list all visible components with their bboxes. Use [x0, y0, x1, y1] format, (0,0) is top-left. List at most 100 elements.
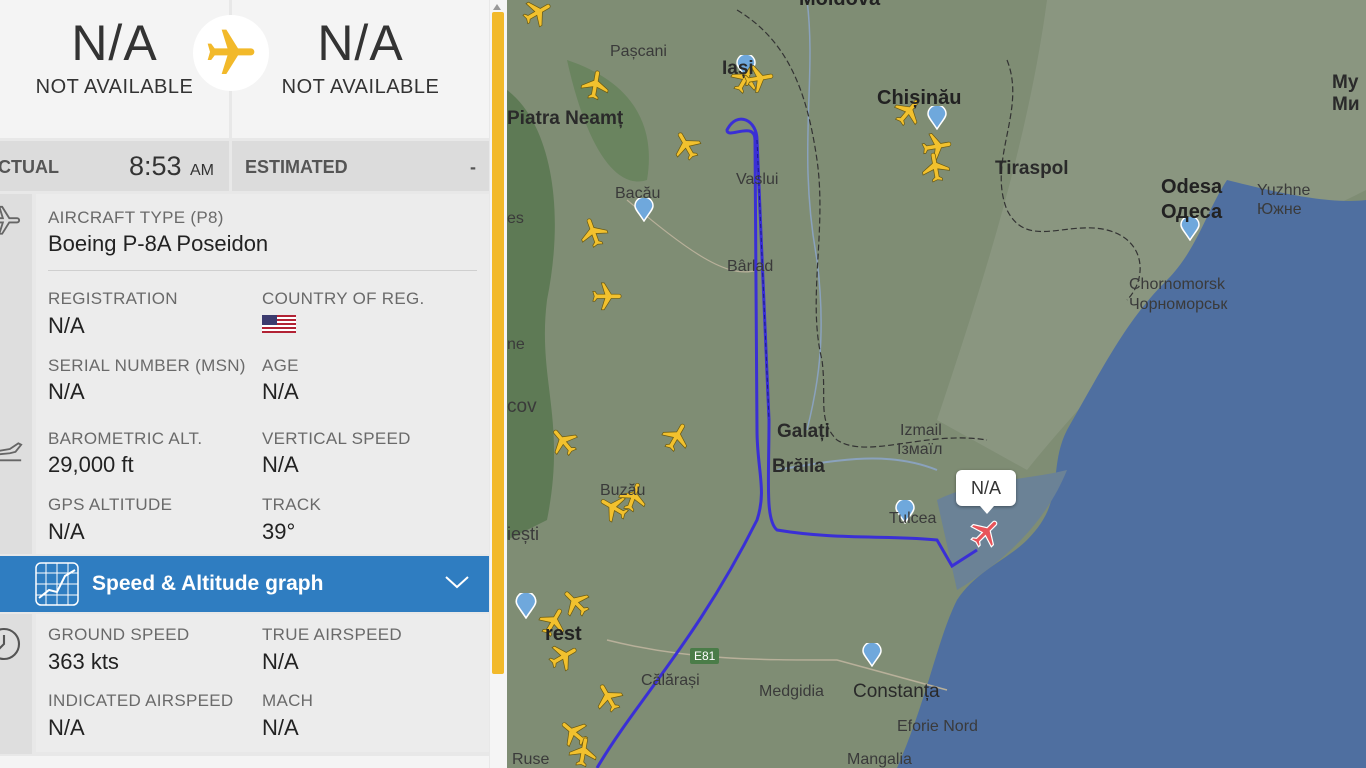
- map-label-birlad: Bârlad: [727, 258, 774, 275]
- map-label-iesti: iești: [507, 524, 540, 544]
- clock-icon: [0, 627, 21, 661]
- map-label-izmail: Izmail: [900, 422, 942, 439]
- actual-time: 8:53: [129, 151, 182, 181]
- actual-ampm: AM: [190, 162, 214, 179]
- flight-details-panel: N/A NOT AVAILABLE N/A NOT AVAILABLE CTUA…: [0, 0, 490, 768]
- speed-altitude-graph-toggle[interactable]: Speed & Altitude graph: [0, 556, 489, 612]
- map-label-moldova: Moldova: [799, 0, 880, 11]
- aircraft-icon: [0, 205, 21, 235]
- country-label: COUNTRY OF REG.: [262, 289, 425, 308]
- destination-name: NOT AVAILABLE: [281, 76, 440, 98]
- selected-aircraft-callout[interactable]: N/A: [956, 470, 1016, 514]
- map-view[interactable]: Moldova Pașcani Iași Piatra Neamț Chișin…: [507, 0, 1366, 768]
- destination-code: N/A: [317, 15, 404, 71]
- speed-icon-column: [0, 614, 32, 754]
- map-label-bucharest: rest: [545, 623, 582, 645]
- map-label-my-cyr: Ми: [1332, 94, 1360, 115]
- map-label-constanta: Constanța: [853, 681, 940, 702]
- map-label-ruse: Ruse: [512, 751, 550, 768]
- baro-alt-label: BAROMETRIC ALT.: [48, 429, 203, 448]
- origin-box[interactable]: N/A NOT AVAILABLE: [0, 0, 229, 138]
- map-label-izmail-cyr: Ізмаїл: [897, 441, 943, 458]
- traffic-aircraft-icon[interactable]: [567, 735, 601, 768]
- map-label-iasi: Iași: [722, 58, 754, 79]
- mach-value: N/A: [262, 715, 299, 740]
- chevron-down-icon: [445, 576, 469, 589]
- traffic-aircraft-icon[interactable]: [579, 68, 613, 102]
- map-label-eforie-nord: Eforie Nord: [897, 718, 978, 735]
- track-label: TRACK: [262, 495, 322, 514]
- map-label-yuzhne: Yuzhne: [1257, 182, 1311, 199]
- registration-value: N/A: [48, 313, 85, 338]
- map-label-tulcea: Tulcea: [889, 510, 937, 527]
- map-label-vaslui: Vaslui: [736, 171, 779, 188]
- map-label-odesa: Odesa: [1161, 176, 1223, 198]
- speed-info-block: GROUND SPEED 363 kts TRUE AIRSPEED N/A I…: [36, 614, 489, 752]
- scroll-up-arrow-icon[interactable]: [493, 4, 501, 10]
- map-label-piatra-neamt: Piatra Neamț: [507, 108, 624, 129]
- traffic-aircraft-icon[interactable]: [919, 150, 953, 184]
- map-label-galati: Galați: [777, 421, 830, 442]
- map-label-mangalia: Mangalia: [847, 751, 912, 768]
- indicated-airspeed-value: N/A: [48, 715, 85, 740]
- altitude-icon: [0, 442, 23, 462]
- ground-speed-value: 363 kts: [48, 649, 119, 674]
- map-label-chornomorsk: Chornomorsk: [1129, 276, 1226, 293]
- true-airspeed-value: N/A: [262, 649, 299, 674]
- map-label-e81: E81: [690, 648, 720, 664]
- map-label-calarasi: Călărași: [641, 672, 700, 689]
- baro-alt-value: 29,000 ft: [48, 452, 134, 477]
- map-label-odesa-cyr: Одеса: [1161, 201, 1223, 223]
- mach-label: MACH: [262, 691, 314, 710]
- true-airspeed-label: TRUE AIRSPEED: [262, 625, 402, 644]
- map-label-medgidia: Medgidia: [759, 683, 824, 700]
- map-label-tiraspol: Tiraspol: [995, 158, 1069, 179]
- serial-label: SERIAL NUMBER (MSN): [48, 356, 246, 375]
- map-label-chisinau: Chișinău: [877, 87, 962, 109]
- actual-time-row: CTUAL 8:53 AM: [0, 141, 229, 191]
- track-value: 39°: [262, 519, 296, 544]
- age-value: N/A: [262, 379, 299, 404]
- divider: [48, 270, 477, 271]
- aircraft-type-value: Boeing P-8A Poseidon: [48, 231, 269, 256]
- map-label-buzau: Buzău: [600, 482, 646, 499]
- map-label-fragment-ne: ne: [507, 336, 525, 353]
- age-label: AGE: [262, 356, 299, 375]
- traffic-aircraft-icon[interactable]: [521, 0, 555, 30]
- us-flag-icon: [262, 315, 296, 333]
- traffic-aircraft-icon[interactable]: [670, 128, 704, 162]
- airport-icon[interactable]: [862, 643, 882, 667]
- destination-box[interactable]: N/A NOT AVAILABLE: [232, 0, 489, 138]
- aircraft-info-block: AIRCRAFT TYPE (P8) Boeing P-8A Poseidon …: [36, 194, 489, 554]
- ground-speed-label: GROUND SPEED: [48, 625, 190, 644]
- vertical-speed-value: N/A: [262, 452, 299, 477]
- traffic-aircraft-icon[interactable]: [660, 420, 694, 454]
- scrollbar-thumb[interactable]: [492, 12, 504, 674]
- gps-alt-label: GPS ALTITUDE: [48, 495, 173, 514]
- map-label-bacau: Bacău: [615, 185, 661, 202]
- map-label-yuzhne-cyr: Южне: [1257, 201, 1302, 218]
- actual-label: CTUAL: [0, 157, 59, 177]
- estimated-label: ESTIMATED: [245, 157, 348, 177]
- graph-icon: [35, 562, 79, 606]
- graph-bar-label: Speed & Altitude graph: [92, 572, 324, 595]
- registration-label: REGISTRATION: [48, 289, 178, 308]
- estimated-value: -: [470, 157, 476, 177]
- traffic-aircraft-icon[interactable]: [577, 215, 611, 249]
- gps-alt-value: N/A: [48, 519, 85, 544]
- aircraft-type-label: AIRCRAFT TYPE (P8): [48, 208, 224, 227]
- selected-aircraft-icon[interactable]: [968, 515, 1004, 551]
- serial-value: N/A: [48, 379, 85, 404]
- indicated-airspeed-label: INDICATED AIRSPEED: [48, 691, 234, 710]
- map-label-chornomorsk-cyr: Чорноморськ: [1129, 296, 1228, 313]
- map-label-fragment-es: es: [507, 210, 524, 227]
- traffic-aircraft-icon[interactable]: [592, 680, 626, 714]
- airport-icon[interactable]: [515, 593, 537, 619]
- section-icon-column: [0, 194, 32, 554]
- traffic-aircraft-icon[interactable]: [590, 280, 624, 314]
- map-label-my: Му: [1332, 72, 1359, 93]
- next-section-edge: [0, 756, 489, 768]
- vertical-speed-label: VERTICAL SPEED: [262, 429, 411, 448]
- traffic-aircraft-icon[interactable]: [547, 424, 581, 458]
- map-label-pascani: Pașcani: [610, 43, 667, 60]
